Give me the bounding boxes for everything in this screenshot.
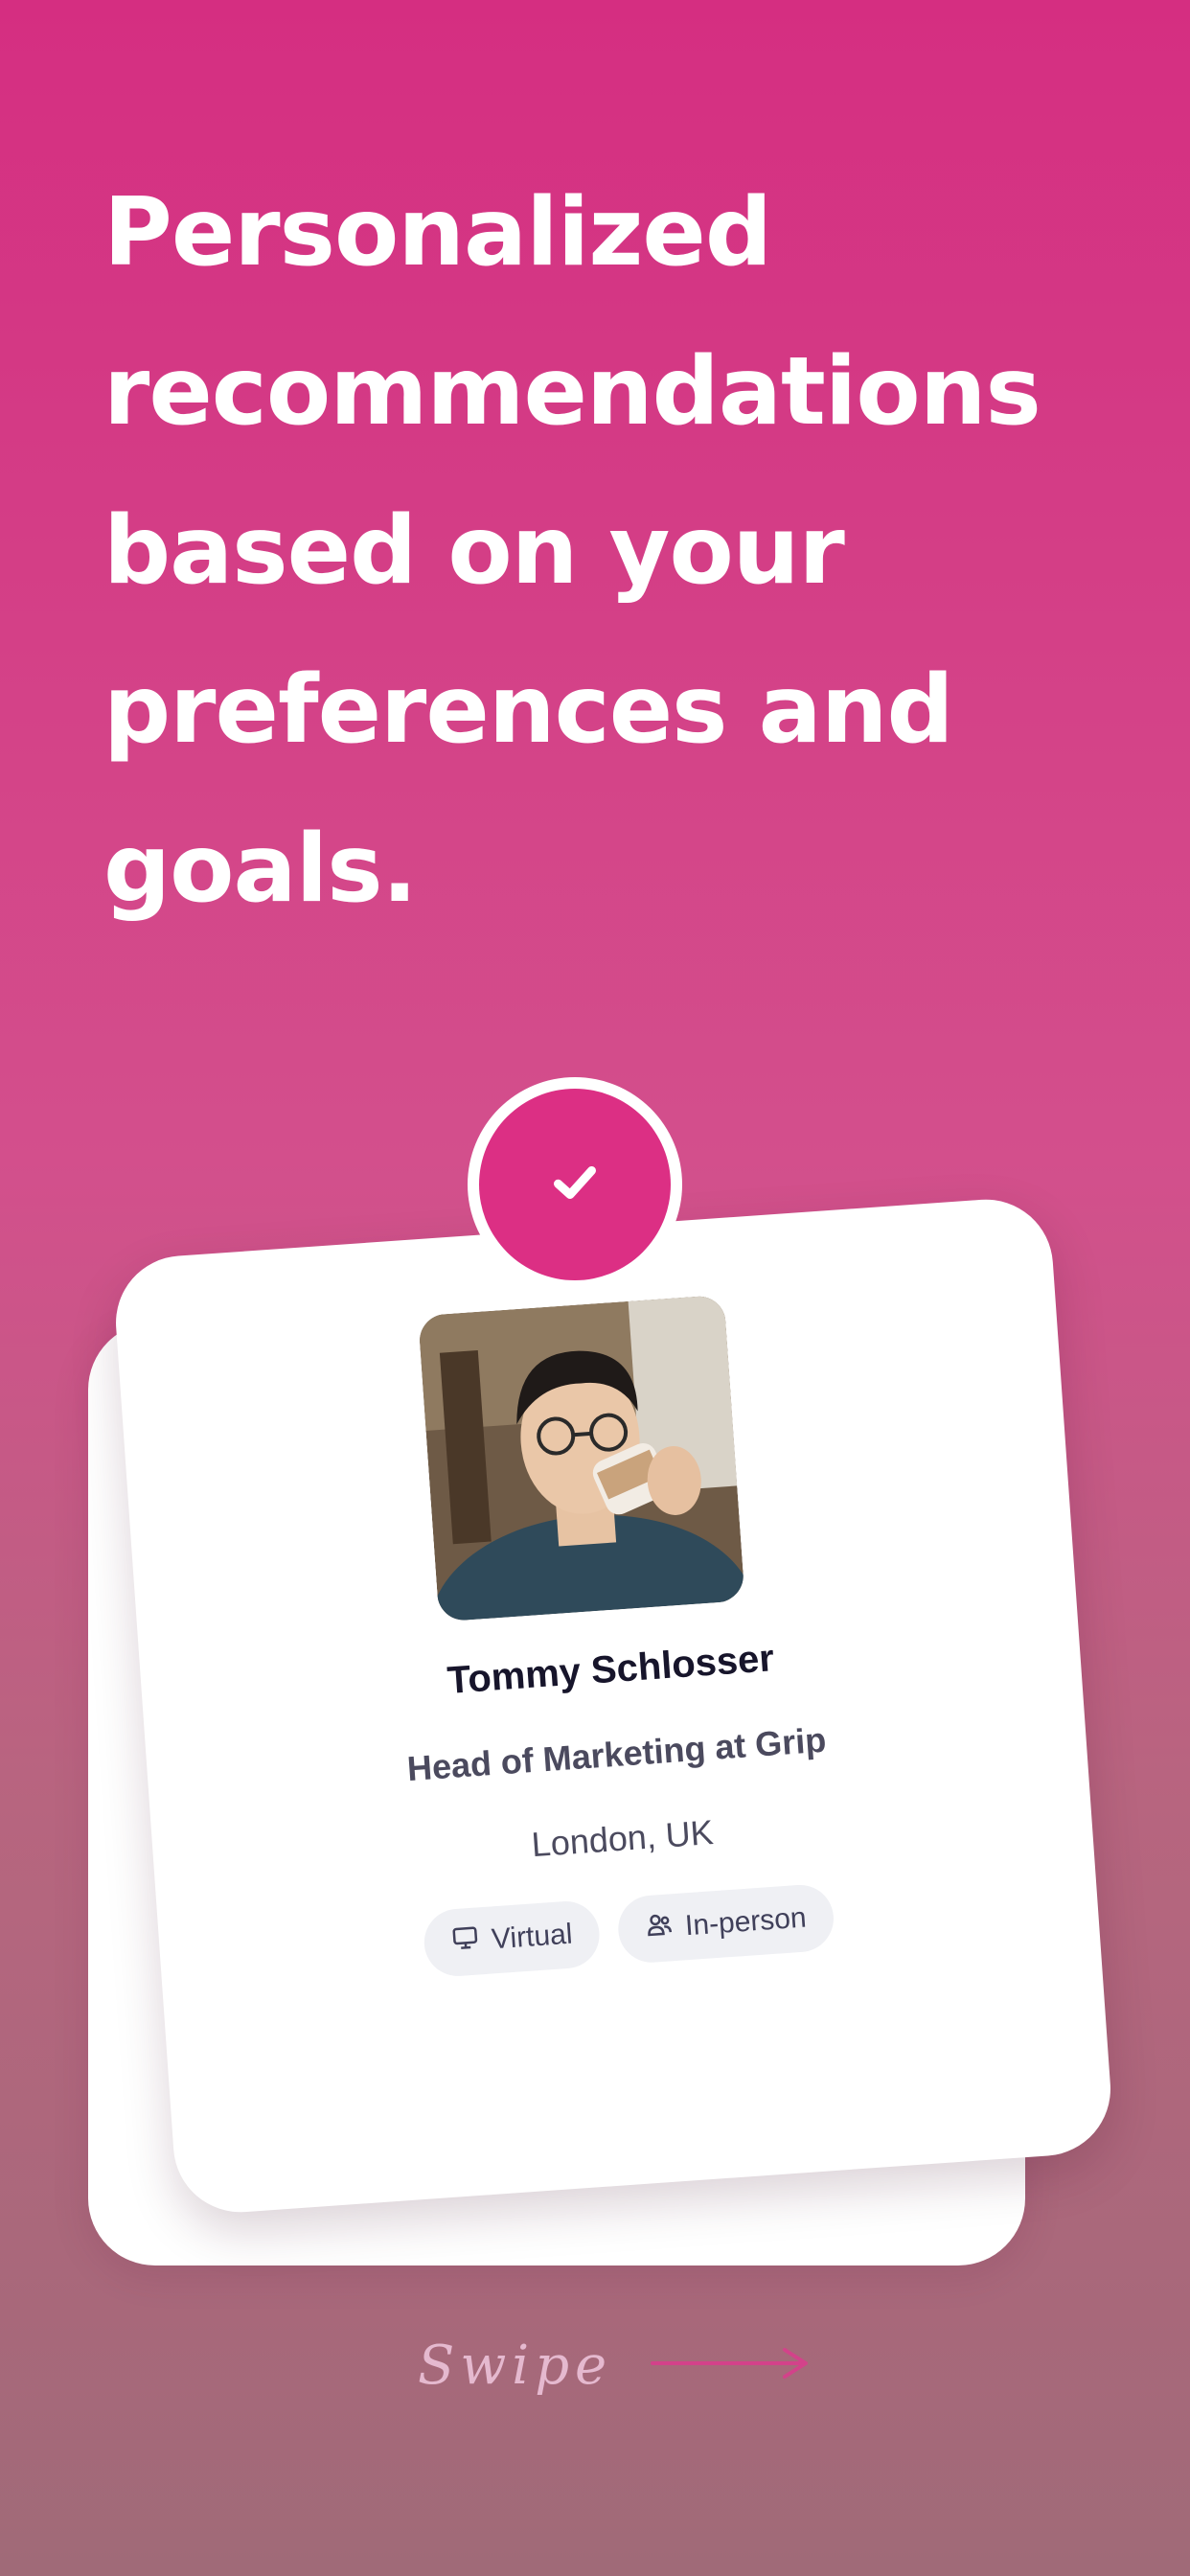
profile-role: Head of Marketing at Grip <box>405 1719 828 1789</box>
meeting-type-tags: Virtual In-person <box>158 1864 1099 1996</box>
profile-name: Tommy Schlosser <box>446 1637 776 1702</box>
tag-virtual-label: Virtual <box>490 1918 574 1956</box>
tag-virtual: Virtual <box>422 1898 602 1979</box>
tag-in-person: In-person <box>615 1882 835 1966</box>
match-badge <box>468 1077 682 1292</box>
tag-in-person-label: In-person <box>683 1901 808 1943</box>
swipe-hint[interactable]: Swipe <box>418 2334 813 2397</box>
headline: Personalized recommendations based on yo… <box>103 178 1041 924</box>
profile-photo <box>418 1294 745 1622</box>
swipe-label: Swipe <box>418 2334 613 2397</box>
monitor-icon <box>450 1922 482 1961</box>
check-icon <box>546 1154 604 1216</box>
people-icon <box>644 1909 675 1947</box>
arrow-right-icon <box>651 2344 813 2387</box>
profile-card[interactable]: Tommy Schlosser Head of Marketing at Gri… <box>111 1195 1115 2217</box>
